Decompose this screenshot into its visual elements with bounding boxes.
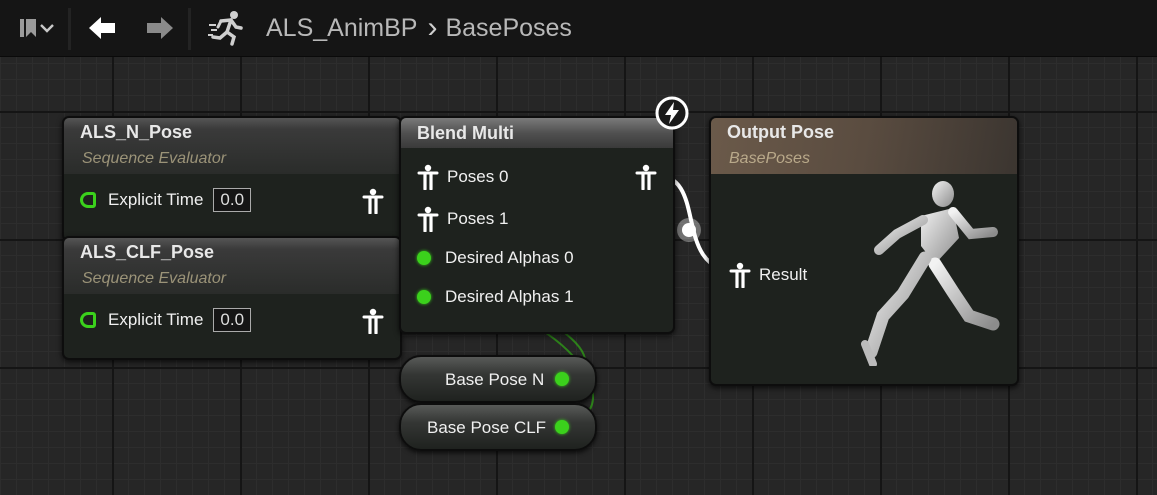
back-button[interactable] — [82, 12, 122, 44]
pin-label: Desired Alphas 1 — [445, 287, 574, 306]
pin-label: Desired Alphas 0 — [445, 248, 574, 267]
bookmark-icon — [20, 19, 36, 37]
float-output-pin[interactable] — [555, 372, 569, 386]
float-pin[interactable] — [417, 251, 431, 265]
node-header: Output Pose BasePoses — [711, 118, 1017, 174]
pin-row-desired-alphas-0: Desired Alphas 0 — [417, 248, 574, 268]
variable-label: Base Pose CLF — [427, 418, 547, 437]
node-header: Blend Multi — [401, 118, 673, 148]
breadcrumb: ALS_AnimBP › BasePoses — [266, 11, 572, 44]
float-output-pin[interactable] — [555, 420, 569, 434]
pin-label: Explicit Time — [108, 310, 204, 329]
node-subtitle: Sequence Evaluator — [82, 270, 227, 287]
pin-row-result: Result — [729, 262, 807, 288]
breadcrumb-parent[interactable]: ALS_AnimBP — [266, 14, 417, 43]
toolbar: ALS_AnimBP › BasePoses — [0, 0, 1157, 57]
forward-button[interactable] — [140, 12, 180, 44]
variable-node-base-pose-n[interactable]: Base Pose N — [399, 355, 597, 403]
node-output-pose[interactable]: Output Pose BasePoses Result — [709, 116, 1019, 386]
toolbar-divider — [68, 8, 71, 50]
pose-input-pin-icon[interactable] — [417, 206, 439, 232]
lightning-icon — [655, 96, 689, 130]
explicit-time-field[interactable]: 0.0 — [213, 308, 252, 332]
bookmark-dropdown-button[interactable] — [10, 12, 62, 44]
pin-label: Explicit Time — [108, 190, 204, 209]
float-pin[interactable] — [417, 290, 431, 304]
pin-row-explicit-time: Explicit Time 0.0 — [80, 308, 252, 332]
running-man-icon — [208, 11, 243, 46]
float-pin[interactable] — [80, 192, 96, 208]
pin-row-explicit-time: Explicit Time 0.0 — [80, 188, 252, 212]
pin-row-poses-0: Poses 0 — [417, 164, 508, 190]
chevron-down-icon — [40, 24, 54, 33]
node-title: Blend Multi — [417, 123, 514, 143]
node-header: ALS_CLF_Pose Sequence Evaluator — [64, 238, 400, 294]
pose-input-pin-icon[interactable] — [417, 164, 439, 190]
node-title: Output Pose — [727, 122, 834, 142]
breadcrumb-current[interactable]: BasePoses — [445, 14, 571, 43]
variable-node-base-pose-clf[interactable]: Base Pose CLF — [399, 403, 597, 451]
float-pin[interactable] — [80, 312, 96, 328]
node-als-n-pose[interactable]: ALS_N_Pose Sequence Evaluator Explicit T… — [62, 116, 402, 242]
pose-output-pin-icon[interactable] — [362, 308, 384, 334]
pin-label: Poses 1 — [447, 209, 509, 228]
pin-label: Poses 0 — [447, 167, 509, 186]
pin-row-desired-alphas-1: Desired Alphas 1 — [417, 287, 574, 307]
breadcrumb-separator: › — [427, 11, 438, 44]
pin-row-poses-1: Poses 1 — [417, 206, 508, 232]
node-header: ALS_N_Pose Sequence Evaluator — [64, 118, 400, 174]
node-subtitle: Sequence Evaluator — [82, 150, 227, 167]
arrow-left-icon — [89, 17, 115, 39]
node-blend-multi[interactable]: Blend Multi Poses 0 Poses 1 Desired Alph… — [399, 116, 675, 334]
variable-label: Base Pose N — [445, 370, 545, 389]
node-title: ALS_CLF_Pose — [80, 242, 215, 262]
pin-label: Result — [759, 265, 808, 284]
node-subtitle: BasePoses — [729, 150, 810, 167]
graph-type-icon-wrap — [205, 11, 249, 46]
running-mannequin-icon — [861, 181, 1000, 366]
pose-output-pin-icon[interactable] — [635, 164, 657, 190]
pose-input-pin-icon[interactable] — [729, 262, 751, 288]
node-als-clf-pose[interactable]: ALS_CLF_Pose Sequence Evaluator Explicit… — [62, 236, 402, 360]
fast-path-badge — [655, 96, 689, 130]
toolbar-divider — [188, 8, 191, 50]
arrow-right-icon — [147, 17, 173, 39]
node-title: ALS_N_Pose — [80, 122, 193, 142]
pose-output-pin-icon[interactable] — [362, 188, 384, 214]
explicit-time-field[interactable]: 0.0 — [213, 188, 252, 212]
